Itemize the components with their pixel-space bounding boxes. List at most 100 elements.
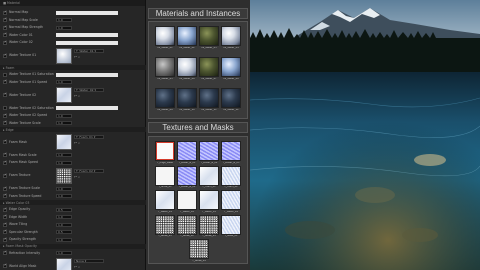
texture-thumbnail[interactable] xyxy=(56,258,72,270)
asset-tile[interactable]: MI_Water_01 xyxy=(155,26,175,52)
color-swatch[interactable] xyxy=(56,40,118,45)
parameter-checkbox[interactable] xyxy=(3,17,7,22)
texture-thumbnail[interactable] xyxy=(56,134,72,150)
parameter-checkbox[interactable] xyxy=(3,229,7,234)
parameter-checkbox[interactable] xyxy=(3,113,7,118)
asset-tile[interactable]: MI_Water_06 xyxy=(177,57,197,83)
section-header[interactable]: ▸ Edge xyxy=(0,127,146,132)
asset-tile[interactable]: T_Water_01 xyxy=(155,190,175,216)
parameter-checkbox[interactable] xyxy=(3,10,7,15)
parameter-checkbox[interactable] xyxy=(3,40,7,45)
parameter-value-field[interactable]: 0.5 xyxy=(56,207,72,212)
asset-tile[interactable]: MI_Water_05 xyxy=(155,57,175,83)
asset-actions-icon[interactable]: ↩ ⌕ xyxy=(74,94,80,98)
parameter-value-field[interactable]: 1.0 xyxy=(56,160,72,165)
texture-thumbnail[interactable] xyxy=(56,47,72,64)
section-header[interactable]: ▸ Water Color 03 xyxy=(0,200,146,205)
parameter-checkbox[interactable] xyxy=(3,250,7,255)
parameter-checkbox[interactable] xyxy=(3,160,7,165)
asset-tile[interactable]: MI_Water_02 xyxy=(177,26,197,52)
parameter-checkbox[interactable] xyxy=(3,32,7,37)
asset-tile[interactable]: MI_Water_07 xyxy=(199,57,219,83)
asset-tile[interactable]: MI_Water_09 xyxy=(155,88,175,114)
parameter-checkbox[interactable] xyxy=(3,152,7,157)
parameter-checkbox[interactable] xyxy=(3,72,7,77)
color-swatch[interactable] xyxy=(56,33,118,37)
parameter-checkbox[interactable] xyxy=(3,92,7,97)
parameter-value-field[interactable]: 0.5 xyxy=(56,230,72,234)
texture-thumbnail[interactable] xyxy=(56,87,72,103)
parameter-value-field[interactable]: 1.0 xyxy=(56,237,72,242)
asset-tile[interactable]: T_Snow_01 xyxy=(155,165,175,192)
parameter-checkbox[interactable] xyxy=(3,79,7,84)
asset-tile[interactable]: T_Water_N_03 xyxy=(221,141,241,167)
color-swatch[interactable] xyxy=(56,106,118,110)
asset-tile[interactable]: MI_Water_10 xyxy=(177,88,197,114)
asset-tile[interactable]: MI_Water_04 xyxy=(221,26,241,52)
asset-actions-icon[interactable]: ↩ ⌕ xyxy=(74,55,80,59)
asset-tile[interactable]: T_Noise_01 xyxy=(155,214,175,241)
parameter-checkbox[interactable] xyxy=(3,193,7,198)
asset-thumbnail xyxy=(199,26,219,46)
parameter-checkbox[interactable] xyxy=(3,173,7,178)
section-header[interactable]: ▸ Foam xyxy=(0,65,146,70)
parameter-value-field[interactable]: 1.0 xyxy=(56,186,72,191)
asset-actions-icon[interactable]: ↩ ⌕ xyxy=(74,265,80,269)
texture-thumbnail[interactable] xyxy=(56,167,72,184)
parameter-checkbox[interactable] xyxy=(3,186,7,191)
color-swatch[interactable] xyxy=(56,72,118,77)
asset-tile[interactable]: T_Noise_02 xyxy=(177,214,197,241)
parameter-label: Normal Map xyxy=(9,10,29,15)
parameter-value-field[interactable]: 1.0 xyxy=(56,80,72,84)
parameter-value-field[interactable]: 1.0 xyxy=(56,113,72,118)
parameter-value-field[interactable]: 1.0 xyxy=(56,215,72,219)
asset-thumbnail xyxy=(199,141,219,161)
parameter-checkbox[interactable] xyxy=(3,263,7,268)
asset-tile[interactable]: MI_Water_12 xyxy=(221,88,241,114)
asset-tile[interactable]: MI_Water_03 xyxy=(199,26,219,52)
parameter-value-field[interactable]: 1.0 xyxy=(56,251,72,255)
asset-tile[interactable]: T_Water_02 xyxy=(177,190,197,216)
asset-tile[interactable]: T_Noise_04 xyxy=(189,239,209,265)
parameter-checkbox[interactable] xyxy=(3,53,7,58)
texture-dropdown[interactable]: T_Foam_02 ▾ xyxy=(74,168,104,173)
texture-dropdown[interactable]: T_Water_01 ▾ xyxy=(74,48,104,53)
asset-tile[interactable]: T_Water_N_04 xyxy=(177,165,197,192)
asset-actions-icon[interactable]: ↩ ⌕ xyxy=(74,141,80,145)
asset-tile[interactable]: T_Mask_01 xyxy=(221,214,241,241)
asset-tile[interactable]: T_Noise_03 xyxy=(199,214,219,241)
parameter-row: Normal Map xyxy=(0,9,146,16)
asset-tile[interactable]: T_Water_N_01 xyxy=(177,141,197,167)
texture-dropdown[interactable]: None ▾ xyxy=(74,259,104,263)
texture-dropdown[interactable]: T_Water_02 ▾ xyxy=(74,88,104,92)
parameter-value-field[interactable]: 1.0 xyxy=(56,194,72,198)
parameter-row: Refraction Intensity 1.0 xyxy=(0,250,146,257)
parameter-checkbox[interactable] xyxy=(3,106,7,110)
asset-tile[interactable]: T_Water_04 xyxy=(221,190,241,216)
asset-tile[interactable]: T_Foam_01 xyxy=(199,165,219,192)
parameter-checkbox[interactable] xyxy=(3,222,7,227)
asset-actions-icon[interactable]: ↩ ⌕ xyxy=(74,175,80,179)
texture-dropdown[interactable]: T_Foam_01 ▾ xyxy=(74,135,104,139)
asset-tile[interactable]: T_Foam_02 xyxy=(221,165,241,192)
asset-tile[interactable]: MI_Water_08 xyxy=(221,57,241,83)
parameter-checkbox[interactable] xyxy=(3,139,7,144)
asset-tile[interactable]: T_Water_N_02 xyxy=(199,141,219,167)
parameter-value-field[interactable]: 1.0 xyxy=(56,18,72,22)
color-swatch[interactable] xyxy=(56,10,118,15)
parameter-checkbox[interactable] xyxy=(3,207,7,212)
parameter-value-field[interactable]: 1.0 xyxy=(56,121,72,125)
parameter-checkbox[interactable] xyxy=(3,120,7,125)
asset-thumbnail xyxy=(177,141,197,161)
parameter-checkbox[interactable] xyxy=(3,237,7,242)
asset-tile[interactable]: T_Water_03 xyxy=(199,190,219,216)
asset-tile[interactable]: MI_Water_11 xyxy=(199,88,219,114)
parameter-value-field[interactable]: 1.0 xyxy=(56,153,72,157)
parameter-value-field[interactable]: 1.0 xyxy=(56,222,72,227)
parameter-checkbox[interactable] xyxy=(3,25,7,30)
parameter-checkbox[interactable] xyxy=(3,214,7,219)
asset-tile[interactable]: T_Edge_Mask xyxy=(155,141,175,167)
viewport[interactable] xyxy=(250,0,480,270)
section-header[interactable]: ▸ Foam Mask Opacity xyxy=(0,243,146,249)
parameter-value-field[interactable]: 1.0 xyxy=(56,25,72,30)
